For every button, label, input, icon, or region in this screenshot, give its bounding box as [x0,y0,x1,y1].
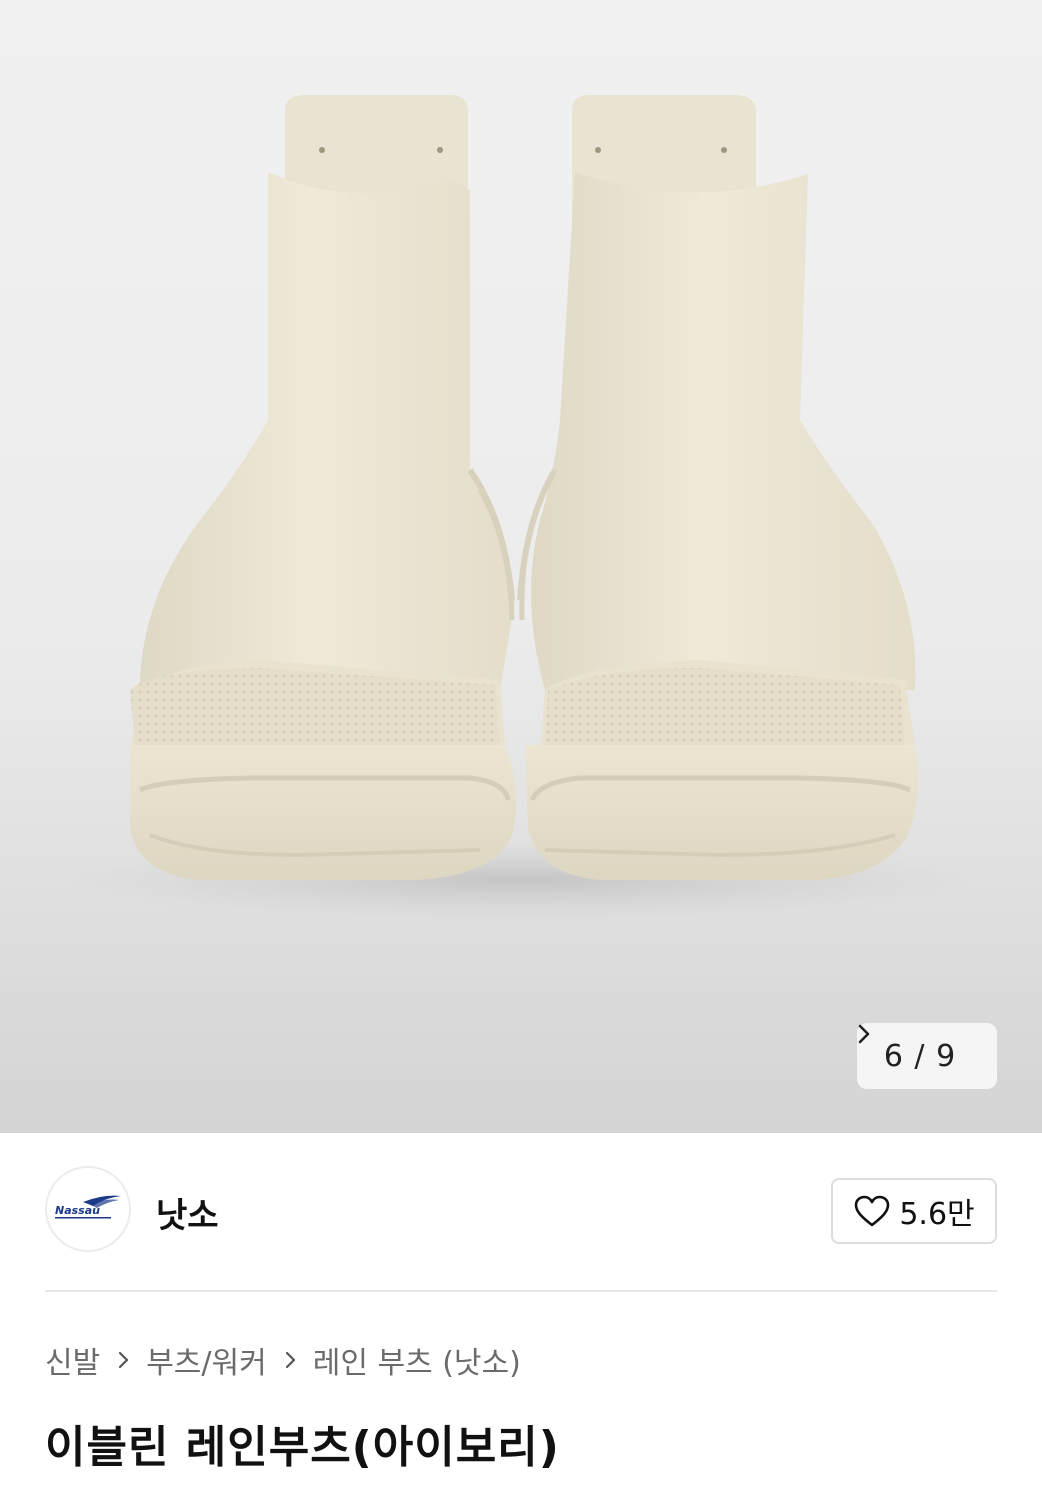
chevron-right-icon [285,1350,297,1370]
product-title: 이블린 레인부츠(아이보리) [45,1422,560,1473]
like-count: 5.6만 [899,1197,975,1232]
image-counter[interactable]: 6 / 9 [857,1023,997,1089]
like-button[interactable]: 5.6만 [831,1178,997,1244]
breadcrumb: 신발 부츠/워커 레인 부츠 (낫소) [45,1338,521,1382]
heart-icon [853,1194,891,1228]
breadcrumb-item-rain-boots[interactable]: 레인 부츠 (낫소) [313,1338,521,1382]
breadcrumb-item-boots[interactable]: 부츠/워커 [146,1338,267,1382]
left-boot [130,95,517,880]
divider [45,1290,997,1292]
breadcrumb-item-shoes[interactable]: 신발 [45,1338,100,1382]
nassau-logo-icon: Nassau [55,1195,121,1219]
product-image [61,95,981,920]
svg-text:Nassau: Nassau [55,1204,100,1217]
chevron-right-icon [118,1350,130,1370]
right-boot [517,95,919,880]
brand-name[interactable]: 낫소 [156,1188,219,1237]
image-counter-text: 6 / 9 [883,1038,957,1074]
brand-logo[interactable]: Nassau [45,1166,131,1252]
product-image-gallery[interactable]: 6 / 9 [0,0,1042,1133]
brand-row: Nassau 낫소 5.6만 [45,1166,997,1256]
